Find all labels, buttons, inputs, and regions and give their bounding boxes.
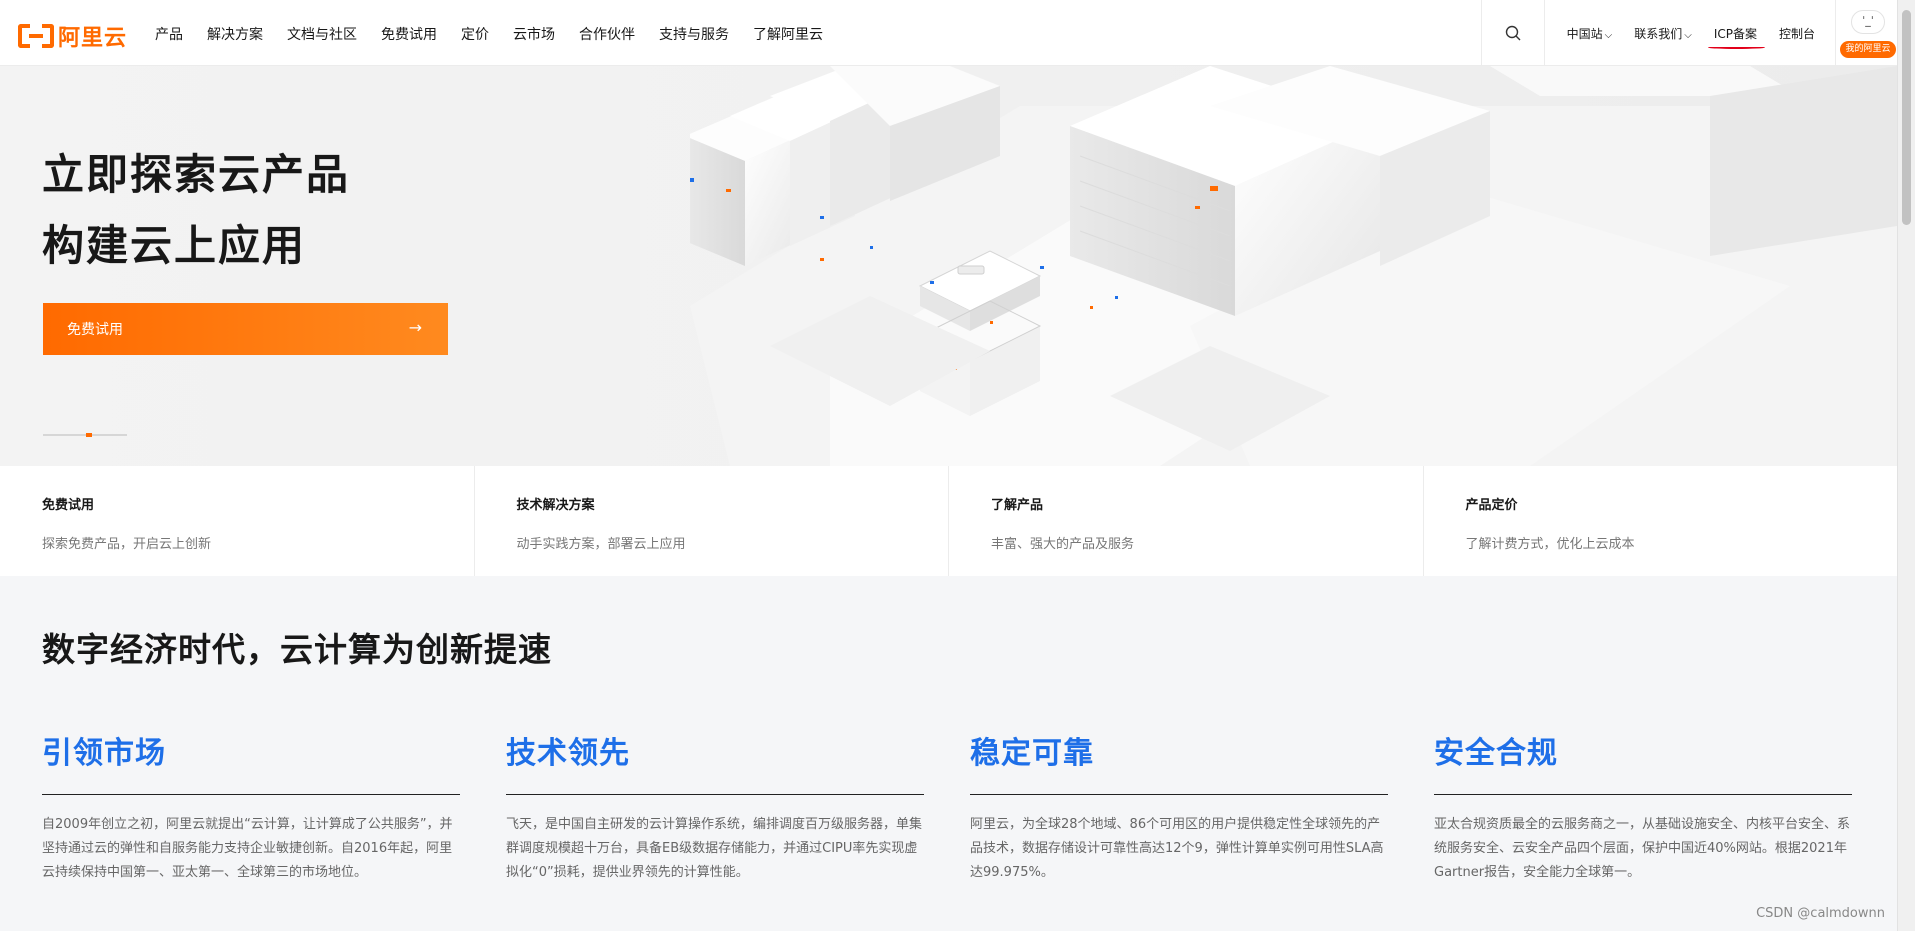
- feature-tech-leading: 技术领先 飞天，是中国自主研发的云计算操作系统，编排调度百万级服务器，单集群调度…: [506, 728, 924, 885]
- top-nav: 阿里云 产品 解决方案 文档与社区 免费试用 定价 云市场 合作伙伴 支持与服务…: [0, 0, 1897, 66]
- feature-title: 技术领先: [506, 736, 630, 771]
- search-icon: [1505, 25, 1521, 41]
- quick-card-desc: 动手实践方案，部署云上应用: [516, 537, 686, 552]
- account-menu[interactable]: ˈ_ˈ 我的阿里云: [1835, 0, 1897, 66]
- menu-item-products[interactable]: 产品: [155, 24, 183, 44]
- chevron-down-icon: ⌵: [1604, 29, 1613, 41]
- free-trial-button[interactable]: 免费试用 →: [43, 303, 448, 355]
- main-menu: 产品 解决方案 文档与社区 免费试用 定价 云市场 合作伙伴 支持与服务 了解阿…: [155, 24, 847, 44]
- feature-title: 安全合规: [1434, 736, 1558, 771]
- quick-entry-cards: 免费试用 探索免费产品，开启云上创新 技术解决方案 动手实践方案，部署云上应用 …: [0, 466, 1897, 576]
- menu-item-pricing[interactable]: 定价: [461, 24, 489, 44]
- feature-divider: [1434, 794, 1852, 795]
- feature-desc: 自2009年创立之初，阿里云就提出“云计算，让计算成了公共服务”，并坚持通过云的…: [42, 817, 453, 880]
- feature-divider: [42, 794, 460, 795]
- carousel-active-dot: [86, 433, 92, 437]
- csdn-watermark: CSDN @calmdownn: [1756, 906, 1885, 921]
- menu-item-partners[interactable]: 合作伙伴: [579, 24, 635, 44]
- feature-title: 引领市场: [42, 736, 166, 771]
- search-button[interactable]: [1480, 0, 1545, 66]
- scrollbar-thumb[interactable]: [1902, 10, 1911, 225]
- feature-stable-reliable: 稳定可靠 阿里云，为全球28个地域、86个可用区的用户提供稳定性全球领先的产品技…: [970, 728, 1388, 885]
- hero-datacenter-illustration: [690, 66, 1897, 466]
- avatar: ˈ_ˈ: [1851, 10, 1885, 34]
- page-scrollbar[interactable]: [1897, 0, 1915, 931]
- quick-card-title: 了解产品: [991, 498, 1044, 513]
- free-trial-button-label: 免费试用: [67, 322, 123, 338]
- menu-item-about[interactable]: 了解阿里云: [753, 24, 823, 44]
- hero-title-line1: 立即探索云产品: [42, 150, 351, 199]
- quick-card-desc: 探索免费产品，开启云上创新: [42, 537, 212, 552]
- section-title: 数字经济时代，云计算为创新提速: [42, 630, 552, 669]
- feature-title: 稳定可靠: [970, 736, 1094, 771]
- quick-card-title: 免费试用: [42, 498, 95, 513]
- contact-label: 联系我们: [1634, 26, 1683, 41]
- page: 阿里云 产品 解决方案 文档与社区 免费试用 定价 云市场 合作伙伴 支持与服务…: [0, 0, 1915, 931]
- console-link[interactable]: 控制台: [1779, 25, 1815, 42]
- quick-card-desc: 了解计费方式，优化上云成本: [1465, 537, 1635, 552]
- aliyun-logo[interactable]: 阿里云: [18, 20, 127, 52]
- hero-banner: 立即探索云产品 构建云上应用 免费试用 →: [0, 66, 1897, 466]
- quick-card-solutions[interactable]: 技术解决方案 动手实践方案，部署云上应用: [475, 466, 949, 576]
- feature-desc: 阿里云，为全球28个地域、86个可用区的用户提供稳定性全球领先的产品技术，数据存…: [970, 817, 1384, 880]
- quick-card-free-trial[interactable]: 免费试用 探索免费产品，开启云上创新: [0, 466, 475, 576]
- quick-card-title: 产品定价: [1465, 498, 1518, 513]
- menu-item-solutions[interactable]: 解决方案: [207, 24, 263, 44]
- region-label: 中国站: [1566, 26, 1603, 41]
- logo-text: 阿里云: [58, 26, 128, 51]
- carousel-indicator[interactable]: [43, 433, 127, 437]
- feature-columns: 引领市场 自2009年创立之初，阿里云就提出“云计算，让计算成了公共服务”，并坚…: [42, 728, 1852, 928]
- arrow-right-icon: →: [408, 318, 422, 337]
- feature-security-compliance: 安全合规 亚太合规资质最全的云服务商之一，从基础设施安全、内核平台安全、系统服务…: [1434, 728, 1852, 885]
- hero-title-line2: 构建云上应用: [42, 221, 307, 270]
- quick-card-title: 技术解决方案: [516, 498, 595, 513]
- menu-item-support[interactable]: 支持与服务: [659, 24, 729, 44]
- menu-item-docs-community[interactable]: 文档与社区: [287, 24, 357, 44]
- contact-us-link[interactable]: 联系我们 ⌵: [1634, 25, 1692, 42]
- quick-card-pricing[interactable]: 产品定价 了解计费方式，优化上云成本: [1424, 466, 1898, 576]
- my-aliyun-badge[interactable]: 我的阿里云: [1840, 41, 1896, 58]
- region-selector[interactable]: 中国站 ⌵: [1567, 25, 1613, 42]
- quick-card-desc: 丰富、强大的产品及服务: [991, 537, 1135, 552]
- feature-desc: 飞天，是中国自主研发的云计算操作系统，编排调度百万级服务器，单集群调度规模超十万…: [506, 817, 923, 880]
- icp-filing-link[interactable]: ICP备案: [1707, 25, 1765, 49]
- feature-divider: [970, 794, 1388, 795]
- icp-label: ICP备案: [1713, 26, 1757, 41]
- chevron-down-icon: ⌵: [1684, 29, 1692, 41]
- avatar-face-icon: ˈ_ˈ: [1862, 14, 1874, 27]
- feature-desc: 亚太合规资质最全的云服务商之一，从基础设施安全、内核平台安全、系统服务安全、云安…: [1434, 817, 1851, 880]
- feature-market-leading: 引领市场 自2009年创立之初，阿里云就提出“云计算，让计算成了公共服务”，并坚…: [42, 728, 460, 885]
- quick-card-products[interactable]: 了解产品 丰富、强大的产品及服务: [949, 466, 1424, 576]
- menu-item-free-trial[interactable]: 免费试用: [381, 24, 437, 44]
- nav-right: 中国站 ⌵ 联系我们 ⌵ ICP备案 控制台 ˈ_ˈ 我的阿里云: [1480, 0, 1897, 66]
- menu-item-marketplace[interactable]: 云市场: [513, 24, 555, 44]
- logo-mark-icon: [18, 24, 54, 48]
- icp-red-underline-mark: [1707, 46, 1765, 49]
- feature-divider: [506, 794, 924, 795]
